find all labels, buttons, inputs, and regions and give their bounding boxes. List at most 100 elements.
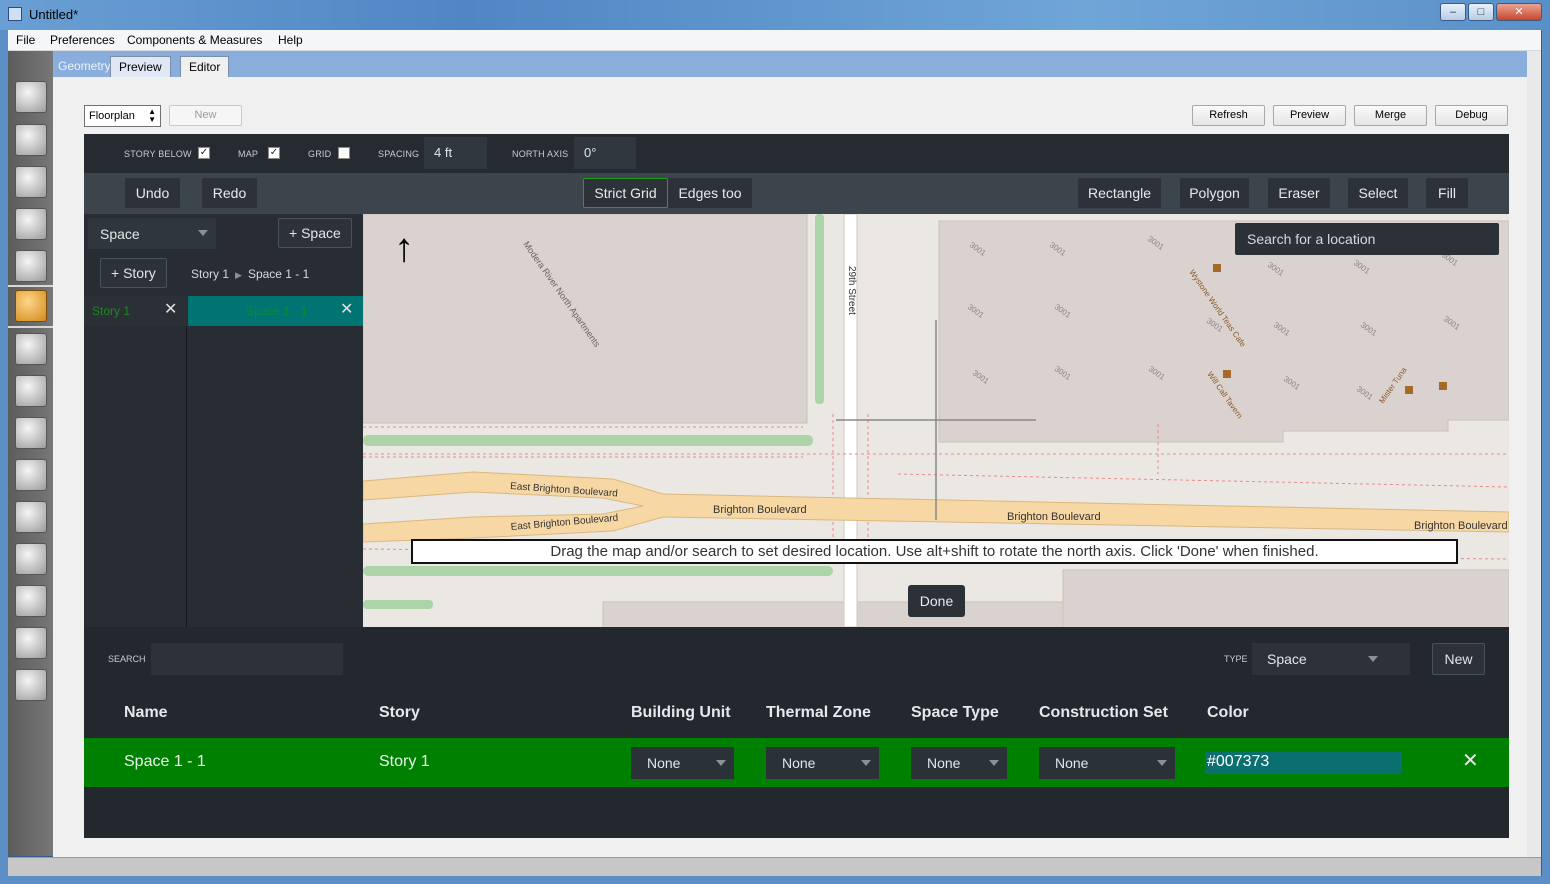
type-select[interactable]: Space bbox=[1252, 643, 1410, 675]
building-unit-select[interactable]: None bbox=[631, 747, 734, 779]
menu-help[interactable]: Help bbox=[278, 33, 303, 47]
menu-preferences[interactable]: Preferences bbox=[50, 33, 115, 47]
column-header-building-unit: Building Unit bbox=[631, 704, 731, 721]
close-button[interactable]: ✕ bbox=[1496, 3, 1542, 21]
location-search-input[interactable]: Search for a location bbox=[1235, 223, 1499, 255]
done-button[interactable]: Done bbox=[908, 585, 965, 617]
redo-button[interactable]: Redo bbox=[202, 178, 257, 208]
space-item-label: Space 1 - 1 bbox=[246, 304, 308, 318]
spacing-label: SPACING bbox=[378, 149, 420, 159]
settings-bar: STORY BELOW ✓ MAP ✓ GRID SPACING 4 ft NO… bbox=[84, 134, 1509, 173]
spacing-input[interactable]: 4 ft bbox=[424, 137, 487, 169]
search-input[interactable] bbox=[151, 643, 343, 675]
results-summary-tool-icon[interactable] bbox=[15, 669, 47, 701]
minimize-button[interactable]: – bbox=[1440, 3, 1466, 21]
space-name-cell[interactable]: Space 1 - 1 bbox=[124, 753, 206, 771]
bar-icon bbox=[1223, 370, 1231, 378]
menu-file[interactable]: File bbox=[16, 33, 35, 47]
column-header-construction-set: Construction Set bbox=[1039, 704, 1168, 721]
color-input[interactable]: #007373 bbox=[1205, 752, 1402, 774]
breadcrumb-space[interactable]: Space 1 - 1 bbox=[248, 267, 309, 281]
construction-set-value: None bbox=[1055, 755, 1089, 771]
navigator-mode-value: Space bbox=[100, 226, 140, 242]
variables-tool-icon[interactable] bbox=[15, 501, 47, 533]
breadcrumb-story[interactable]: Story 1 bbox=[191, 267, 229, 281]
story-list-item[interactable]: Story 1 ✕ bbox=[84, 296, 187, 326]
simulation-settings-tool-icon[interactable] bbox=[15, 543, 47, 575]
space-type-select[interactable]: None bbox=[911, 747, 1007, 779]
space-list: Space 1 - 1 ✕ bbox=[188, 296, 363, 627]
space-types-tool-icon[interactable] bbox=[15, 250, 47, 282]
navigator-mode-select[interactable]: Space bbox=[88, 218, 216, 249]
delete-story-icon[interactable]: ✕ bbox=[164, 302, 177, 318]
preview-button[interactable]: Preview bbox=[1273, 105, 1346, 126]
chevron-down-icon bbox=[716, 760, 726, 766]
refresh-button[interactable]: Refresh bbox=[1192, 105, 1265, 126]
map-canvas[interactable]: 29th Street Brighton Boulevard Brighton … bbox=[363, 214, 1509, 627]
measures-tool-icon[interactable] bbox=[15, 585, 47, 617]
tab-preview[interactable]: Preview bbox=[110, 56, 171, 77]
select-button[interactable]: Select bbox=[1348, 178, 1408, 208]
vertical-toolbar bbox=[8, 51, 53, 856]
tab-editor[interactable]: Editor bbox=[180, 56, 230, 77]
debug-button[interactable]: Debug bbox=[1435, 105, 1508, 126]
view-select-value: Floorplan bbox=[89, 110, 135, 122]
polygon-button[interactable]: Polygon bbox=[1180, 178, 1249, 208]
delete-space-icon[interactable]: ✕ bbox=[340, 302, 353, 318]
north-axis-input[interactable]: 0° bbox=[574, 137, 636, 169]
app-icon bbox=[8, 7, 22, 21]
new-floorplan-button[interactable]: New bbox=[169, 105, 242, 126]
spaces-tool-icon[interactable] bbox=[15, 375, 47, 407]
menu-components-measures[interactable]: Components & Measures bbox=[127, 33, 262, 47]
map-green-strip bbox=[363, 566, 833, 576]
toolbar-divider bbox=[8, 326, 53, 328]
north-arrow-icon: ↑ bbox=[394, 226, 414, 270]
eraser-button[interactable]: Eraser bbox=[1268, 178, 1330, 208]
thermal-zone-select[interactable]: None bbox=[766, 747, 879, 779]
site-tool-icon[interactable] bbox=[15, 81, 47, 113]
delete-row-icon[interactable]: ✕ bbox=[1462, 751, 1479, 771]
strict-grid-button[interactable]: Strict Grid bbox=[583, 178, 668, 208]
add-story-button[interactable]: + Story bbox=[100, 258, 167, 288]
thermal-zone-value: None bbox=[782, 755, 816, 771]
building-unit-value: None bbox=[647, 755, 681, 771]
space-library-panel: SEARCH TYPE Space New Name Story Buildin… bbox=[84, 627, 1509, 838]
facility-tool-icon[interactable] bbox=[15, 333, 47, 365]
column-header-thermal-zone: Thermal Zone bbox=[766, 704, 871, 721]
maximize-button[interactable]: □ bbox=[1468, 3, 1494, 21]
story-list: Story 1 ✕ bbox=[84, 296, 187, 627]
space-list-item[interactable]: Space 1 - 1 ✕ bbox=[188, 296, 363, 326]
view-select[interactable]: Floorplan ▲ ▼ bbox=[84, 105, 161, 127]
map-view[interactable]: 29th Street Brighton Boulevard Brighton … bbox=[363, 214, 1509, 627]
schedules-tool-icon[interactable] bbox=[15, 124, 47, 156]
right-scrollbar[interactable] bbox=[1527, 51, 1541, 857]
geometry-tool-icon[interactable] bbox=[15, 290, 47, 322]
constructions-tool-icon[interactable] bbox=[15, 166, 47, 198]
edges-too-button[interactable]: Edges too bbox=[668, 178, 752, 208]
story-below-checkbox[interactable]: ✓ bbox=[198, 147, 210, 159]
window-frame-right bbox=[1542, 30, 1550, 884]
hvac-tool-icon[interactable] bbox=[15, 459, 47, 491]
toolbar-divider bbox=[8, 285, 53, 287]
new-space-button[interactable]: New bbox=[1432, 643, 1485, 675]
rectangle-button[interactable]: Rectangle bbox=[1078, 178, 1161, 208]
column-header-color: Color bbox=[1207, 704, 1249, 721]
map-checkbox[interactable]: ✓ bbox=[268, 147, 280, 159]
type-label: TYPE bbox=[1224, 654, 1248, 664]
construction-set-select[interactable]: None bbox=[1039, 747, 1175, 779]
merge-button[interactable]: Merge bbox=[1354, 105, 1427, 126]
grid-checkbox[interactable] bbox=[338, 147, 350, 159]
search-label: SEARCH bbox=[108, 654, 146, 664]
run-simulation-tool-icon[interactable] bbox=[15, 627, 47, 659]
undo-button[interactable]: Undo bbox=[125, 178, 180, 208]
title-bar: Untitled* – □ ✕ bbox=[0, 0, 1550, 30]
fill-button[interactable]: Fill bbox=[1426, 178, 1468, 208]
map-instruction-message: Drag the map and/or search to set desire… bbox=[411, 539, 1458, 564]
add-space-button[interactable]: + Space bbox=[278, 218, 352, 248]
map-block bbox=[602, 601, 1064, 627]
thermal-zones-tool-icon[interactable] bbox=[15, 417, 47, 449]
loads-tool-icon[interactable] bbox=[15, 208, 47, 240]
map-block bbox=[1062, 569, 1509, 627]
table-row[interactable]: Space 1 - 1 Story 1 None None None None … bbox=[84, 738, 1509, 787]
restaurant-icon bbox=[1439, 382, 1447, 390]
